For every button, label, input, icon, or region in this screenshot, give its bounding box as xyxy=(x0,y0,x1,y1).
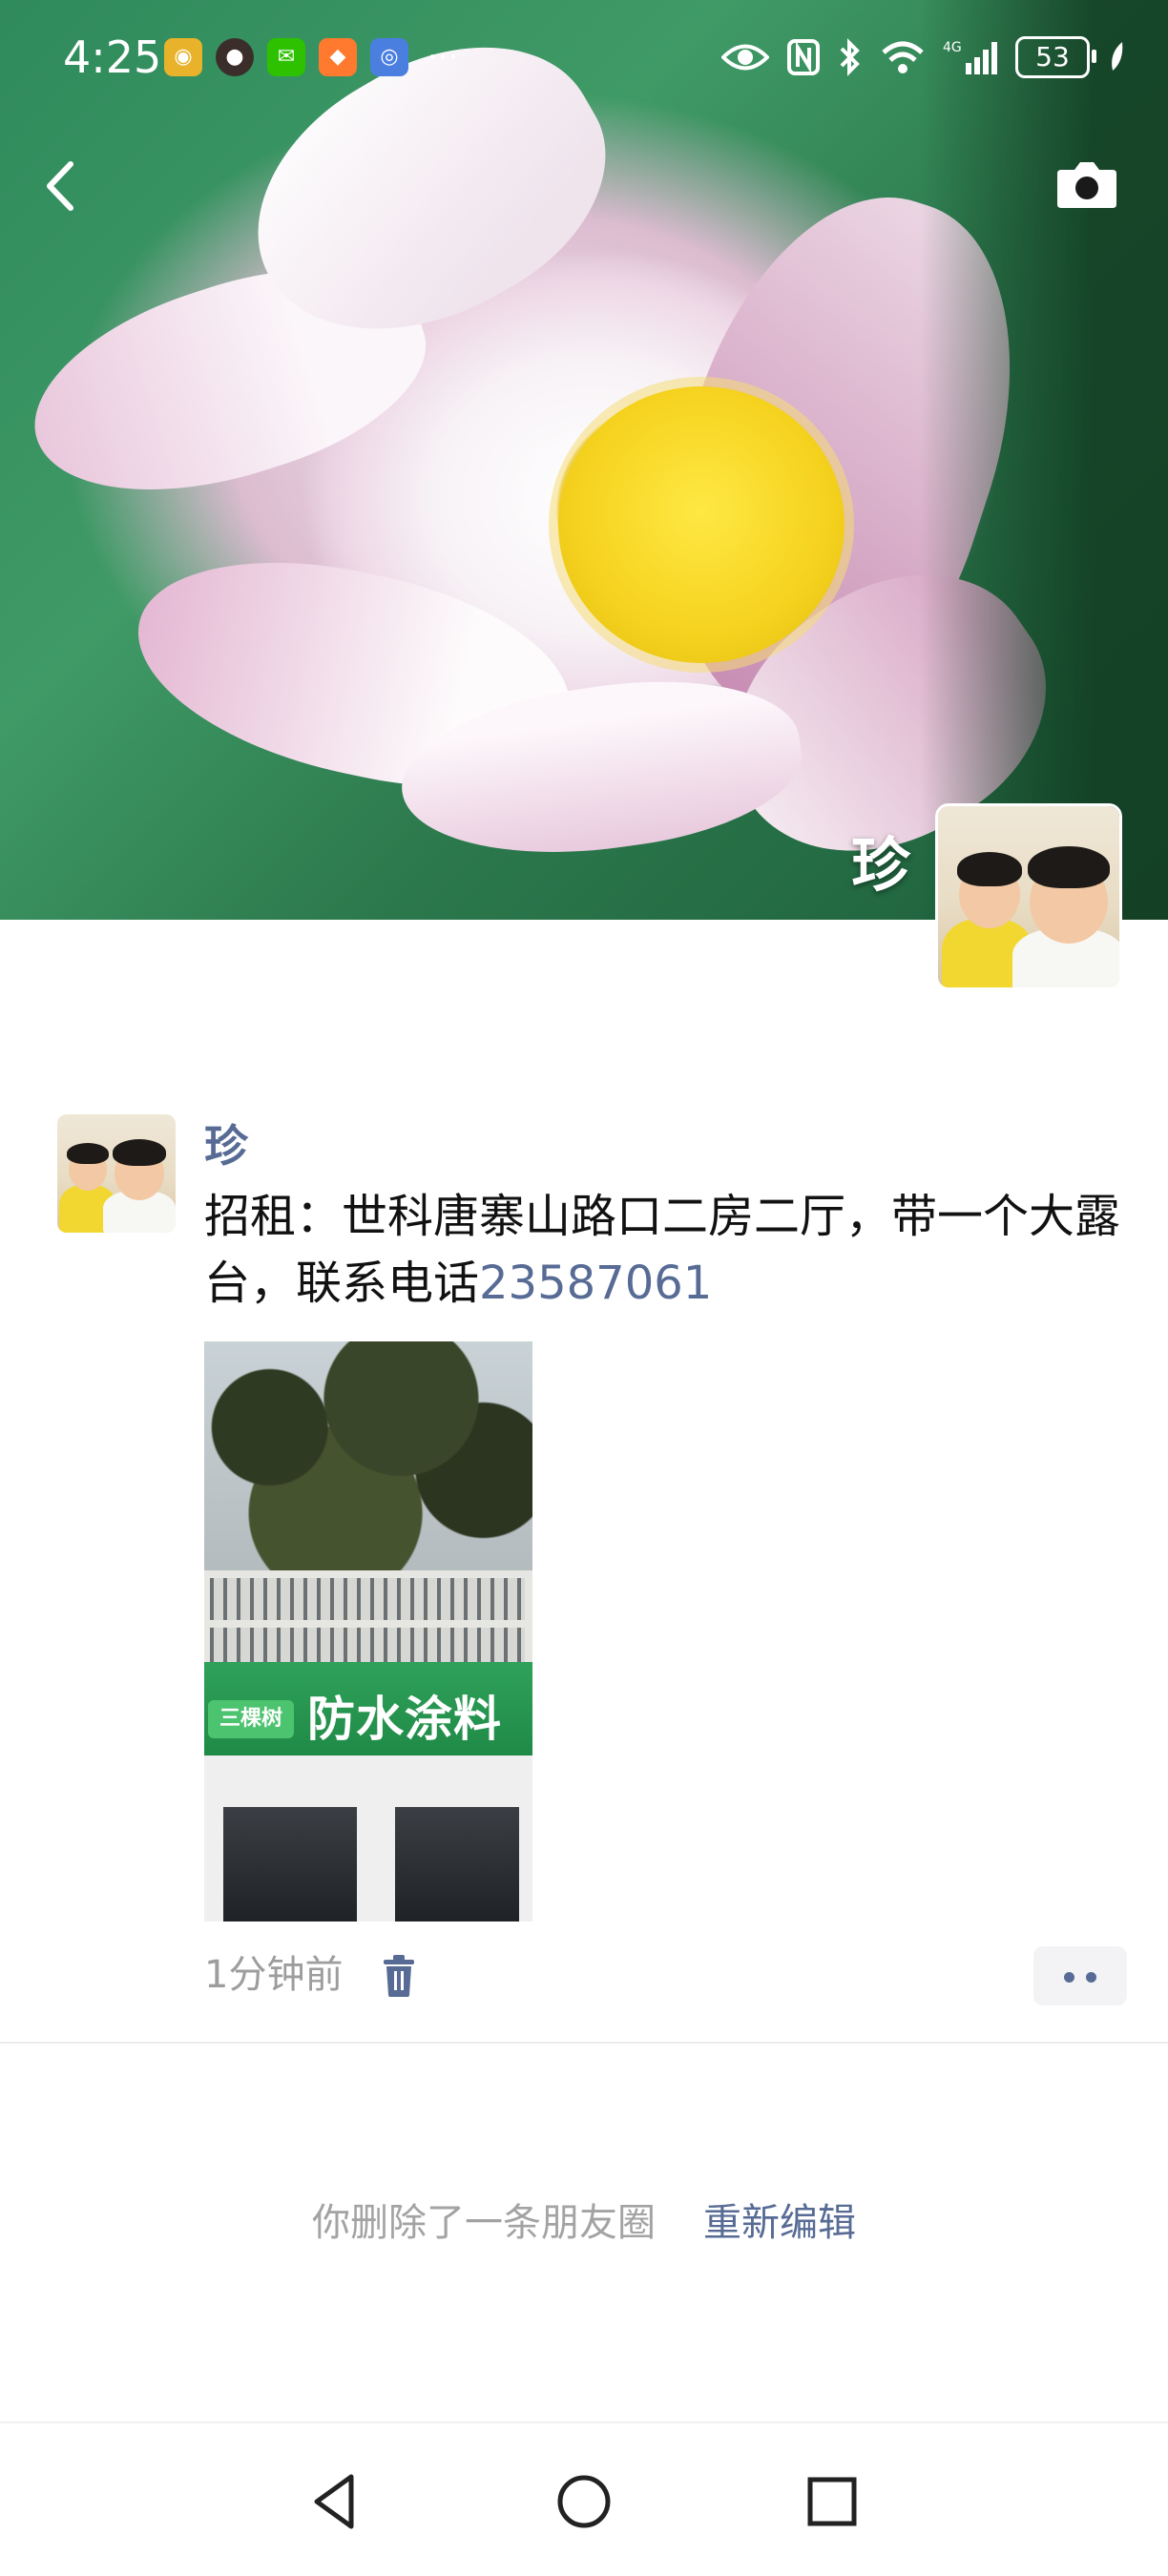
image-storefront xyxy=(204,1755,532,1922)
leaf-icon xyxy=(1107,35,1126,79)
avatar-kid xyxy=(113,1139,166,1166)
notification-icons: ◉ ● ✉ ◆ ◎ ··· xyxy=(164,34,458,80)
navigation-bar xyxy=(0,2423,1168,2576)
back-button[interactable] xyxy=(32,153,90,219)
status-bar: 4:25 ◉ ● ✉ ◆ ◎ ··· 4G 53 xyxy=(0,0,1168,113)
circle-home-icon xyxy=(557,2475,611,2528)
avatar-kid xyxy=(1028,846,1110,888)
more-notifications: ··· xyxy=(428,38,459,76)
triangle-back-icon xyxy=(314,2474,354,2529)
cover-owner-avatar[interactable] xyxy=(935,803,1122,990)
image-door xyxy=(223,1807,357,1922)
post-timestamp: 1分钟前 xyxy=(204,1953,344,1997)
cover-owner-name: 珍 xyxy=(850,830,910,900)
nav-back-button[interactable] xyxy=(302,2467,370,2536)
image-windows xyxy=(210,1578,525,1620)
square-recents-icon xyxy=(807,2477,857,2526)
camera-icon xyxy=(1057,162,1116,208)
image-door xyxy=(395,1807,519,1922)
sign-brand: 三棵树 xyxy=(208,1700,294,1738)
lotus-core xyxy=(558,386,845,663)
avatar-kid xyxy=(67,1143,109,1164)
deleted-text: 你删除了一条朋友圈 xyxy=(312,2201,656,2245)
bluetooth-icon xyxy=(838,35,863,79)
deleted-notice: 你删除了一条朋友圈 重新编辑 xyxy=(0,2194,1168,2252)
divider xyxy=(0,2042,1168,2044)
avatar-kid xyxy=(957,852,1022,886)
nfc-icon xyxy=(786,35,821,79)
post-author-name[interactable]: 珍 xyxy=(204,1114,248,1177)
more-dots-icon xyxy=(1086,1972,1096,1983)
svg-text:4G: 4G xyxy=(943,40,962,55)
camera-button[interactable] xyxy=(1055,158,1118,210)
post-image[interactable]: 三棵树 防水涂料 xyxy=(204,1341,532,1922)
phone-link[interactable]: 23587061 xyxy=(479,1257,712,1310)
status-time: 4:25 xyxy=(63,31,162,83)
wechat-icon: ✉ xyxy=(267,38,305,76)
browser-icon: ◎ xyxy=(370,38,408,76)
eye-icon xyxy=(721,35,769,79)
contact-avatar-icon: ● xyxy=(216,38,254,76)
leaf-shadow xyxy=(920,0,1168,920)
system-icons: 4G 53 xyxy=(721,32,1126,82)
cover-photo[interactable] xyxy=(0,0,1168,920)
chevron-left-icon xyxy=(47,161,73,211)
more-dots-icon xyxy=(1064,1972,1074,1983)
image-shop-sign: 三棵树 防水涂料 xyxy=(204,1662,532,1755)
post-author-avatar[interactable] xyxy=(57,1114,176,1233)
wifi-icon xyxy=(880,35,926,79)
4g-signal-icon: 4G xyxy=(943,35,998,79)
weibo-icon: ◉ xyxy=(164,38,202,76)
more-button[interactable] xyxy=(1033,1946,1127,2005)
sign-text: 防水涂料 xyxy=(307,1692,502,1747)
app-icon: ◆ xyxy=(319,38,357,76)
post-text: 招租：世科唐寨山路口二房二厅，带一个大露台，联系电话23587061 xyxy=(204,1183,1120,1317)
nav-home-button[interactable] xyxy=(550,2467,618,2536)
delete-button[interactable] xyxy=(380,1954,418,1998)
nav-recents-button[interactable] xyxy=(798,2467,866,2536)
battery-icon: 53 xyxy=(1015,36,1096,78)
re-edit-link[interactable]: 重新编辑 xyxy=(703,2201,856,2245)
trash-icon xyxy=(384,1955,414,1997)
